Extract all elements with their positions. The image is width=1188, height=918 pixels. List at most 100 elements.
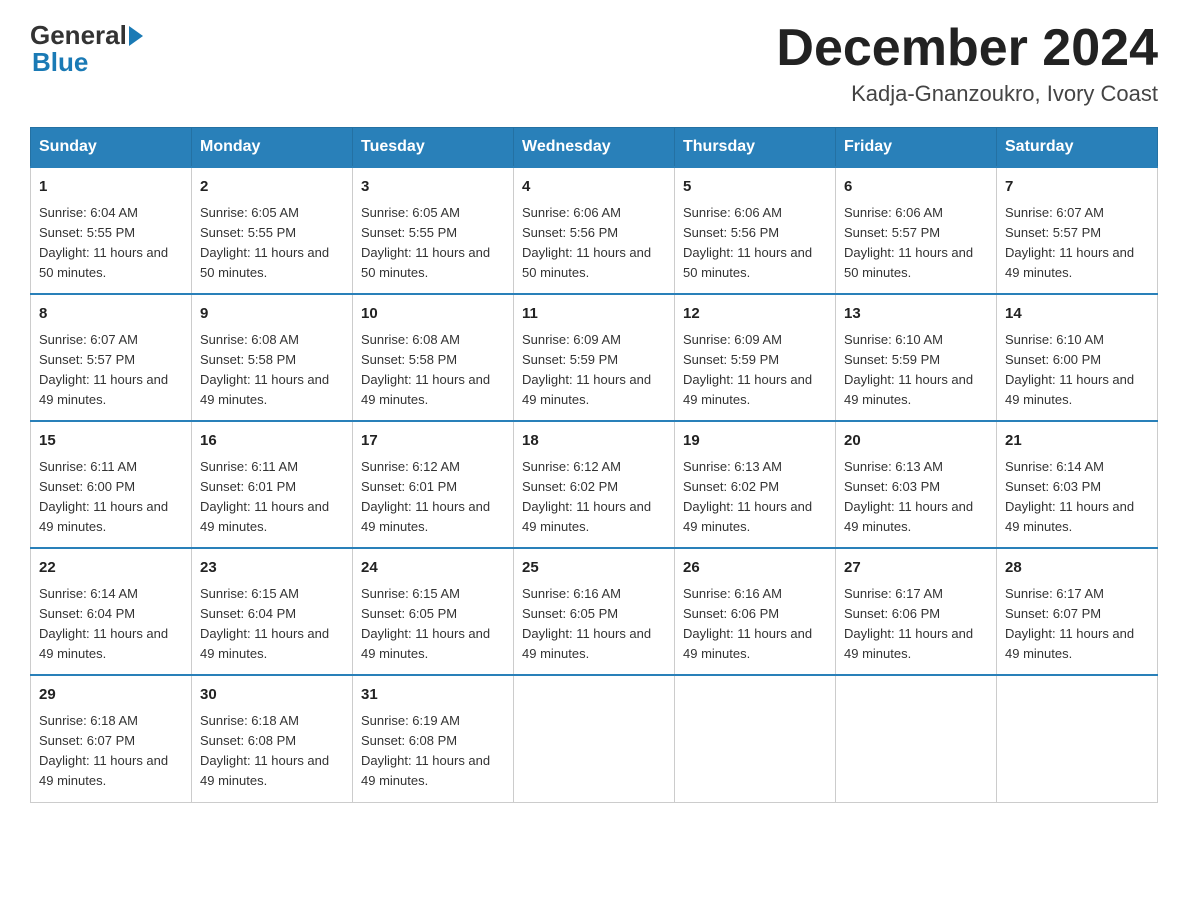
table-row: 6 Sunrise: 6:06 AMSunset: 5:57 PMDayligh…: [836, 167, 997, 294]
day-number: 16: [200, 430, 344, 453]
table-row: 8 Sunrise: 6:07 AMSunset: 5:57 PMDayligh…: [31, 294, 192, 421]
table-row: [997, 675, 1158, 802]
table-row: 9 Sunrise: 6:08 AMSunset: 5:58 PMDayligh…: [192, 294, 353, 421]
day-info: Sunrise: 6:06 AMSunset: 5:56 PMDaylight:…: [683, 205, 812, 280]
day-info: Sunrise: 6:16 AMSunset: 6:05 PMDaylight:…: [522, 586, 651, 661]
day-number: 23: [200, 557, 344, 580]
calendar-week-row: 1 Sunrise: 6:04 AMSunset: 5:55 PMDayligh…: [31, 167, 1158, 294]
col-sunday: Sunday: [31, 128, 192, 168]
logo-blue: Blue: [32, 47, 88, 77]
day-info: Sunrise: 6:09 AMSunset: 5:59 PMDaylight:…: [683, 332, 812, 407]
calendar-header-row: Sunday Monday Tuesday Wednesday Thursday…: [31, 128, 1158, 168]
day-info: Sunrise: 6:08 AMSunset: 5:58 PMDaylight:…: [200, 332, 329, 407]
day-info: Sunrise: 6:14 AMSunset: 6:04 PMDaylight:…: [39, 586, 168, 661]
day-number: 6: [844, 176, 988, 199]
day-info: Sunrise: 6:15 AMSunset: 6:05 PMDaylight:…: [361, 586, 490, 661]
day-number: 29: [39, 684, 183, 707]
day-info: Sunrise: 6:13 AMSunset: 6:02 PMDaylight:…: [683, 459, 812, 534]
day-info: Sunrise: 6:04 AMSunset: 5:55 PMDaylight:…: [39, 205, 168, 280]
table-row: 27 Sunrise: 6:17 AMSunset: 6:06 PMDaylig…: [836, 548, 997, 675]
day-number: 13: [844, 303, 988, 326]
table-row: 10 Sunrise: 6:08 AMSunset: 5:58 PMDaylig…: [353, 294, 514, 421]
calendar-week-row: 15 Sunrise: 6:11 AMSunset: 6:00 PMDaylig…: [31, 421, 1158, 548]
day-number: 1: [39, 176, 183, 199]
day-info: Sunrise: 6:11 AMSunset: 6:01 PMDaylight:…: [200, 459, 329, 534]
day-info: Sunrise: 6:11 AMSunset: 6:00 PMDaylight:…: [39, 459, 168, 534]
col-tuesday: Tuesday: [353, 128, 514, 168]
day-number: 7: [1005, 176, 1149, 199]
day-info: Sunrise: 6:17 AMSunset: 6:07 PMDaylight:…: [1005, 586, 1134, 661]
day-info: Sunrise: 6:10 AMSunset: 6:00 PMDaylight:…: [1005, 332, 1134, 407]
day-number: 21: [1005, 430, 1149, 453]
logo-arrow-icon: [129, 26, 143, 46]
day-number: 12: [683, 303, 827, 326]
table-row: 14 Sunrise: 6:10 AMSunset: 6:00 PMDaylig…: [997, 294, 1158, 421]
day-info: Sunrise: 6:18 AMSunset: 6:07 PMDaylight:…: [39, 713, 168, 788]
calendar-week-row: 8 Sunrise: 6:07 AMSunset: 5:57 PMDayligh…: [31, 294, 1158, 421]
day-info: Sunrise: 6:12 AMSunset: 6:02 PMDaylight:…: [522, 459, 651, 534]
table-row: 25 Sunrise: 6:16 AMSunset: 6:05 PMDaylig…: [514, 548, 675, 675]
day-info: Sunrise: 6:05 AMSunset: 5:55 PMDaylight:…: [361, 205, 490, 280]
table-row: 16 Sunrise: 6:11 AMSunset: 6:01 PMDaylig…: [192, 421, 353, 548]
day-number: 2: [200, 176, 344, 199]
day-number: 26: [683, 557, 827, 580]
day-number: 28: [1005, 557, 1149, 580]
month-title: December 2024: [776, 20, 1158, 77]
table-row: 15 Sunrise: 6:11 AMSunset: 6:00 PMDaylig…: [31, 421, 192, 548]
day-info: Sunrise: 6:14 AMSunset: 6:03 PMDaylight:…: [1005, 459, 1134, 534]
day-number: 25: [522, 557, 666, 580]
day-info: Sunrise: 6:13 AMSunset: 6:03 PMDaylight:…: [844, 459, 973, 534]
table-row: 28 Sunrise: 6:17 AMSunset: 6:07 PMDaylig…: [997, 548, 1158, 675]
day-number: 22: [39, 557, 183, 580]
day-info: Sunrise: 6:15 AMSunset: 6:04 PMDaylight:…: [200, 586, 329, 661]
table-row: 2 Sunrise: 6:05 AMSunset: 5:55 PMDayligh…: [192, 167, 353, 294]
table-row: 22 Sunrise: 6:14 AMSunset: 6:04 PMDaylig…: [31, 548, 192, 675]
table-row: 26 Sunrise: 6:16 AMSunset: 6:06 PMDaylig…: [675, 548, 836, 675]
col-thursday: Thursday: [675, 128, 836, 168]
table-row: 19 Sunrise: 6:13 AMSunset: 6:02 PMDaylig…: [675, 421, 836, 548]
table-row: 5 Sunrise: 6:06 AMSunset: 5:56 PMDayligh…: [675, 167, 836, 294]
table-row: 1 Sunrise: 6:04 AMSunset: 5:55 PMDayligh…: [31, 167, 192, 294]
day-number: 4: [522, 176, 666, 199]
table-row: 23 Sunrise: 6:15 AMSunset: 6:04 PMDaylig…: [192, 548, 353, 675]
table-row: 13 Sunrise: 6:10 AMSunset: 5:59 PMDaylig…: [836, 294, 997, 421]
table-row: 4 Sunrise: 6:06 AMSunset: 5:56 PMDayligh…: [514, 167, 675, 294]
col-wednesday: Wednesday: [514, 128, 675, 168]
location: Kadja-Gnanzoukro, Ivory Coast: [776, 81, 1158, 107]
day-number: 9: [200, 303, 344, 326]
page-header: General Blue December 2024 Kadja-Gnanzou…: [30, 20, 1158, 107]
col-monday: Monday: [192, 128, 353, 168]
day-number: 31: [361, 684, 505, 707]
day-info: Sunrise: 6:16 AMSunset: 6:06 PMDaylight:…: [683, 586, 812, 661]
day-info: Sunrise: 6:06 AMSunset: 5:56 PMDaylight:…: [522, 205, 651, 280]
day-number: 15: [39, 430, 183, 453]
day-number: 19: [683, 430, 827, 453]
day-number: 14: [1005, 303, 1149, 326]
table-row: 7 Sunrise: 6:07 AMSunset: 5:57 PMDayligh…: [997, 167, 1158, 294]
table-row: [836, 675, 997, 802]
day-number: 11: [522, 303, 666, 326]
day-number: 27: [844, 557, 988, 580]
day-number: 8: [39, 303, 183, 326]
day-info: Sunrise: 6:06 AMSunset: 5:57 PMDaylight:…: [844, 205, 973, 280]
col-saturday: Saturday: [997, 128, 1158, 168]
table-row: 31 Sunrise: 6:19 AMSunset: 6:08 PMDaylig…: [353, 675, 514, 802]
table-row: 11 Sunrise: 6:09 AMSunset: 5:59 PMDaylig…: [514, 294, 675, 421]
table-row: 3 Sunrise: 6:05 AMSunset: 5:55 PMDayligh…: [353, 167, 514, 294]
day-info: Sunrise: 6:17 AMSunset: 6:06 PMDaylight:…: [844, 586, 973, 661]
calendar-week-row: 22 Sunrise: 6:14 AMSunset: 6:04 PMDaylig…: [31, 548, 1158, 675]
day-info: Sunrise: 6:05 AMSunset: 5:55 PMDaylight:…: [200, 205, 329, 280]
table-row: 24 Sunrise: 6:15 AMSunset: 6:05 PMDaylig…: [353, 548, 514, 675]
day-info: Sunrise: 6:08 AMSunset: 5:58 PMDaylight:…: [361, 332, 490, 407]
calendar-week-row: 29 Sunrise: 6:18 AMSunset: 6:07 PMDaylig…: [31, 675, 1158, 802]
day-info: Sunrise: 6:07 AMSunset: 5:57 PMDaylight:…: [1005, 205, 1134, 280]
day-info: Sunrise: 6:19 AMSunset: 6:08 PMDaylight:…: [361, 713, 490, 788]
day-number: 17: [361, 430, 505, 453]
day-info: Sunrise: 6:09 AMSunset: 5:59 PMDaylight:…: [522, 332, 651, 407]
day-info: Sunrise: 6:10 AMSunset: 5:59 PMDaylight:…: [844, 332, 973, 407]
day-number: 18: [522, 430, 666, 453]
logo: General Blue: [30, 20, 145, 78]
table-row: 21 Sunrise: 6:14 AMSunset: 6:03 PMDaylig…: [997, 421, 1158, 548]
table-row: 20 Sunrise: 6:13 AMSunset: 6:03 PMDaylig…: [836, 421, 997, 548]
day-number: 10: [361, 303, 505, 326]
